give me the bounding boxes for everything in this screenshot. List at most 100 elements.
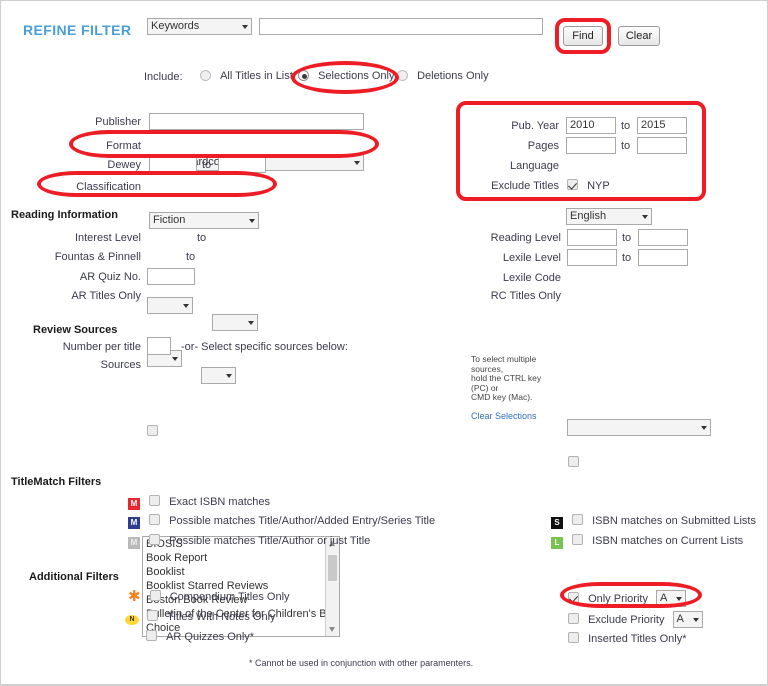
additional-label-only-priority: Only Priority <box>588 593 648 605</box>
chevron-down-icon <box>676 597 682 601</box>
ar-quiz-no-label: AR Quiz No. <box>31 271 141 283</box>
m-badge-gray-icon: M <box>128 537 140 549</box>
additional-row-only-priority[interactable]: Only Priority A <box>568 590 686 607</box>
checkbox-ar-quizzes-only[interactable] <box>146 630 157 641</box>
list-item[interactable]: Booklist <box>143 565 339 579</box>
interest-level-to-label: to <box>197 232 206 244</box>
pub-year-label: Pub. Year <box>471 120 559 132</box>
checkbox-compendium-titles-only[interactable] <box>150 590 161 601</box>
dewey-from-input[interactable] <box>149 156 197 173</box>
additional-label-exclude-priority: Exclude Priority <box>588 614 664 626</box>
chevron-down-icon <box>249 219 255 223</box>
include-option-all[interactable]: All Titles in List <box>200 70 293 83</box>
additional-label-ar-quizzes: AR Quizzes Only* <box>166 631 254 643</box>
publisher-input[interactable] <box>149 113 364 130</box>
pub-year-to-label: to <box>621 120 630 132</box>
fountas-pinnell-to-select[interactable] <box>201 367 236 384</box>
pages-to-input[interactable] <box>637 137 687 154</box>
checkbox-only-priority[interactable] <box>568 592 579 603</box>
chevron-down-icon <box>183 304 189 308</box>
exclude-titles-nyp-row[interactable]: NYP <box>567 179 610 193</box>
clear-button[interactable]: Clear <box>618 26 660 46</box>
ar-quiz-no-input[interactable] <box>147 268 195 285</box>
interest-level-from-select[interactable] <box>147 297 193 314</box>
lexile-level-from-input[interactable] <box>567 249 617 266</box>
additional-row-inserted-titles[interactable]: Inserted Titles Only* <box>568 632 687 646</box>
reading-level-from-input[interactable] <box>567 229 617 246</box>
checkbox-nyp[interactable] <box>567 179 578 190</box>
checkbox-isbn-submitted-lists[interactable] <box>572 514 583 525</box>
lexile-code-select[interactable] <box>567 419 711 436</box>
reading-level-to-input[interactable] <box>638 229 688 246</box>
include-option-all-label: All Titles in List <box>220 70 293 82</box>
titlematch-row-exact-isbn[interactable]: M Exact ISBN matches <box>128 495 270 510</box>
footer-note: * Cannot be used in conjunction with oth… <box>249 658 473 668</box>
pages-from-input[interactable] <box>566 137 616 154</box>
reading-level-label: Reading Level <box>456 232 561 244</box>
search-input[interactable] <box>259 18 543 35</box>
number-per-title-input[interactable] <box>147 337 171 355</box>
publisher-label: Publisher <box>41 116 141 128</box>
asterisk-icon: ✱ <box>128 588 141 605</box>
include-option-selections-label: Selections Only <box>318 70 394 82</box>
language-select[interactable]: English <box>566 208 652 225</box>
classification-select[interactable]: Fiction <box>149 212 259 229</box>
titlematch-row-possible-title[interactable]: M Possible matches Title/Author or just … <box>128 534 370 549</box>
list-item[interactable]: Book Report <box>143 551 339 565</box>
sources-label: Sources <box>41 359 141 371</box>
checkbox-rc-titles-only[interactable] <box>568 456 579 467</box>
additional-label-notes: Titles With Notes Only <box>167 611 275 623</box>
include-row: Include: <box>144 71 183 83</box>
titlematch-row-possible-series[interactable]: M Possible matches Title/Author/Added En… <box>128 514 435 529</box>
fountas-pinnell-to-label: to <box>186 251 195 263</box>
additional-row-notes[interactable]: N Titles With Notes Only <box>125 610 276 625</box>
chevron-down-icon <box>642 215 648 219</box>
only-priority-value: A <box>660 592 667 604</box>
scrollbar-thumb[interactable] <box>328 555 337 581</box>
include-option-selections[interactable]: Selections Only <box>298 70 395 83</box>
language-value: English <box>570 210 606 222</box>
sources-scrollbar[interactable] <box>325 537 339 636</box>
checkbox-exact-isbn-matches[interactable] <box>149 495 160 506</box>
pub-year-to-input[interactable]: 2015 <box>637 117 687 134</box>
additional-row-compendium[interactable]: ✱ Compendium Titles Only <box>128 590 290 604</box>
dewey-to-input[interactable] <box>218 156 266 173</box>
find-button[interactable]: Find <box>563 26 603 46</box>
titlematch-row-submitted-lists[interactable]: S ISBN matches on Submitted Lists <box>551 514 756 529</box>
sources-or-text: -or- Select specific sources below: <box>181 341 348 353</box>
titlematch-label-possible-title: Possible matches Title/Author or just Ti… <box>169 535 370 547</box>
include-option-deletions[interactable]: Deletions Only <box>397 70 489 83</box>
exclude-priority-select[interactable]: A <box>673 611 703 628</box>
pub-year-to-value: 2015 <box>641 119 665 131</box>
checkbox-titles-with-notes-only[interactable] <box>147 610 158 621</box>
radio-deletions-only[interactable] <box>397 70 408 81</box>
radio-all-titles[interactable] <box>200 70 211 81</box>
lexile-level-to-input[interactable] <box>638 249 688 266</box>
interest-level-to-select[interactable] <box>212 314 258 331</box>
checkbox-ar-titles-only[interactable] <box>147 425 158 436</box>
titlematch-label-current-lists: ISBN matches on Current Lists <box>592 535 743 547</box>
reading-information-heading: Reading Information <box>11 209 118 221</box>
checkbox-isbn-current-lists[interactable] <box>572 534 583 545</box>
checkbox-possible-matches-series[interactable] <box>149 514 160 525</box>
additional-label-compendium: Compendium Titles Only <box>170 591 290 603</box>
chevron-down-icon <box>172 357 178 361</box>
checkbox-exclude-priority[interactable] <box>568 613 579 624</box>
pages-to-label: to <box>621 140 630 152</box>
search-scope-select[interactable]: Keywords <box>147 18 252 35</box>
additional-row-exclude-priority[interactable]: Exclude Priority A <box>568 611 703 628</box>
radio-selections-only[interactable] <box>298 70 309 81</box>
lexile-level-label: Lexile Level <box>456 252 561 264</box>
pub-year-from-input[interactable]: 2010 <box>566 117 616 134</box>
reading-level-to-label: to <box>622 232 631 244</box>
additional-row-ar-quizzes[interactable]: AR Quizzes Only* <box>146 630 254 644</box>
page-title: REFINE FILTER <box>23 22 131 38</box>
checkbox-possible-matches-title[interactable] <box>149 534 160 545</box>
include-label: Include: <box>144 71 183 83</box>
additional-filters-heading: Additional Filters <box>29 571 119 583</box>
titlematch-row-current-lists[interactable]: L ISBN matches on Current Lists <box>551 534 743 549</box>
clear-selections-link[interactable]: Clear Selections <box>471 411 537 421</box>
scroll-down-arrow-icon[interactable] <box>329 627 335 632</box>
only-priority-select[interactable]: A <box>656 590 686 607</box>
checkbox-inserted-titles-only[interactable] <box>568 632 579 643</box>
